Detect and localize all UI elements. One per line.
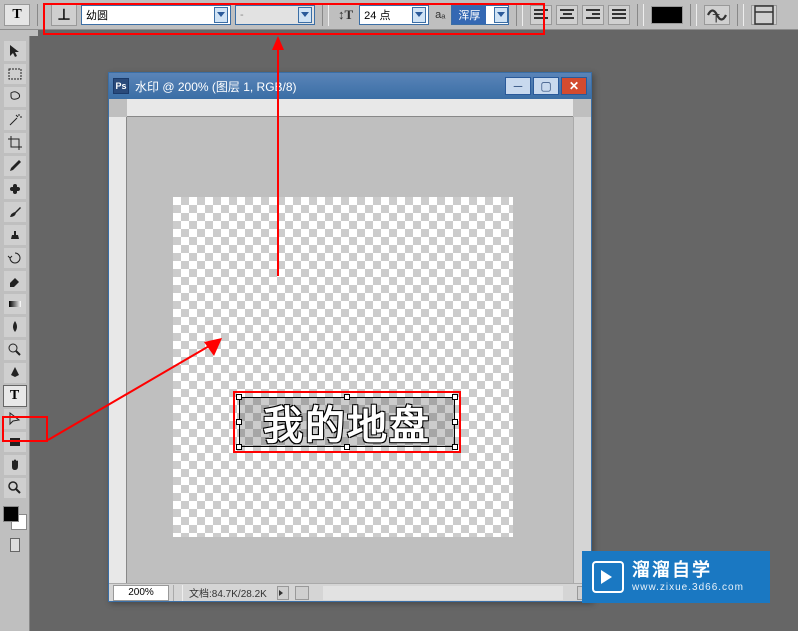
align-center-button[interactable] (556, 5, 578, 25)
tools-panel: T (0, 36, 30, 631)
document-status: 文档:84.7K/28.2K (183, 585, 273, 600)
blur-tool[interactable] (3, 316, 27, 338)
canvas-viewport[interactable]: 我的地盘 (127, 117, 573, 583)
chevron-down-icon (494, 7, 508, 23)
align-justify-button[interactable] (608, 5, 630, 25)
divider (737, 4, 744, 26)
antialias-select[interactable]: 浑厚 (451, 5, 509, 25)
text-options-bar: T 丄 幼圆 - ↕T 24 点 aₐ 浑厚 T (0, 0, 798, 30)
font-size-select[interactable]: 24 点 (359, 5, 429, 25)
pen-tool[interactable] (3, 362, 27, 384)
transform-handle[interactable] (452, 419, 458, 425)
antialias-label: aₐ (435, 9, 445, 21)
font-style-value: - (240, 9, 244, 21)
font-family-value: 幼圆 (86, 7, 108, 23)
warp-icon: T (705, 3, 729, 27)
character-panel-button[interactable] (751, 5, 777, 25)
divider (37, 4, 44, 26)
marquee-tool[interactable] (3, 63, 27, 85)
path-selection-tool[interactable] (3, 408, 27, 430)
hand-tool[interactable] (3, 454, 27, 476)
divider (173, 585, 183, 601)
app-icon: Ps (113, 78, 129, 94)
text-orientation-icon: 丄 (58, 6, 70, 23)
font-style-select[interactable]: - (235, 5, 315, 25)
transform-handle[interactable] (452, 444, 458, 450)
warp-text-button[interactable]: T (704, 5, 730, 25)
status-menu-button[interactable] (277, 586, 289, 600)
healing-brush-tool[interactable] (3, 178, 27, 200)
transform-handle[interactable] (236, 419, 242, 425)
color-picker[interactable] (3, 506, 27, 530)
vertical-ruler[interactable] (109, 117, 127, 583)
transform-handle[interactable] (236, 394, 242, 400)
antialias-value: 浑厚 (452, 6, 486, 24)
panel-icon (752, 3, 776, 27)
vertical-scrollbar[interactable] (573, 117, 591, 583)
transform-handle[interactable] (344, 394, 350, 400)
type-icon: T (10, 388, 19, 404)
lasso-tool[interactable] (3, 86, 27, 108)
annotation-highlight-text-layer: 我的地盘 (233, 391, 461, 453)
clone-stamp-tool[interactable] (3, 224, 27, 246)
zoom-tool[interactable] (3, 477, 27, 499)
dodge-tool[interactable] (3, 339, 27, 361)
current-tool-icon: T (4, 4, 30, 26)
watermark-badge: 溜溜自学 www.zixue.3d66.com (582, 551, 770, 603)
text-layer-content[interactable]: 我的地盘 (263, 393, 431, 451)
type-tool[interactable]: T (3, 385, 27, 407)
font-family-select[interactable]: 幼圆 (81, 5, 231, 25)
text-color-swatch[interactable] (651, 6, 683, 24)
play-icon (592, 561, 624, 593)
maximize-button[interactable]: ▢ (533, 77, 559, 95)
scroll-left-button[interactable] (295, 586, 309, 600)
brush-tool[interactable] (3, 201, 27, 223)
align-left-button[interactable] (530, 5, 552, 25)
horizontal-ruler[interactable] (127, 99, 573, 117)
close-button[interactable]: ✕ (561, 77, 587, 95)
align-right-button[interactable] (582, 5, 604, 25)
history-brush-tool[interactable] (3, 247, 27, 269)
font-size-value: 24 点 (364, 7, 390, 23)
magic-wand-tool[interactable] (3, 109, 27, 131)
document-body: 我的地盘 200% 文档:84.7K/28.2K (109, 99, 591, 601)
chevron-down-icon (412, 7, 426, 23)
transform-handle[interactable] (236, 444, 242, 450)
watermark-url: www.zixue.3d66.com (632, 582, 744, 594)
divider (516, 4, 523, 26)
canvas[interactable]: 我的地盘 (173, 197, 513, 537)
watermark-title: 溜溜自学 (632, 560, 744, 582)
crop-tool[interactable] (3, 132, 27, 154)
chevron-down-icon (298, 7, 312, 23)
gradient-tool[interactable] (3, 293, 27, 315)
document-title: 水印 @ 200% (图层 1, RGB/8) (135, 78, 297, 95)
text-orientation-button[interactable]: 丄 (51, 4, 77, 26)
font-size-icon: ↕T (338, 7, 353, 23)
chevron-down-icon (214, 7, 228, 23)
zoom-level-input[interactable]: 200% (113, 585, 169, 601)
transform-handle[interactable] (344, 444, 350, 450)
transform-handle[interactable] (452, 394, 458, 400)
divider (322, 4, 329, 26)
standard-mode-button[interactable] (10, 538, 20, 552)
document-titlebar[interactable]: Ps 水印 @ 200% (图层 1, RGB/8) ─ ▢ ✕ (109, 73, 591, 99)
document-window: Ps 水印 @ 200% (图层 1, RGB/8) ─ ▢ ✕ 我的地盘 (108, 72, 592, 602)
divider (690, 4, 697, 26)
shape-tool[interactable] (3, 431, 27, 453)
foreground-color-swatch[interactable] (3, 506, 19, 522)
text-layer-bounding-box[interactable]: 我的地盘 (239, 397, 455, 447)
status-bar: 200% 文档:84.7K/28.2K (109, 583, 591, 601)
eyedropper-tool[interactable] (3, 155, 27, 177)
divider (637, 4, 644, 26)
horizontal-scrollbar[interactable] (323, 586, 563, 600)
eraser-tool[interactable] (3, 270, 27, 292)
screen-mode-buttons[interactable] (10, 538, 20, 552)
svg-text:T: T (713, 11, 721, 25)
move-tool[interactable] (3, 40, 27, 62)
minimize-button[interactable]: ─ (505, 77, 531, 95)
